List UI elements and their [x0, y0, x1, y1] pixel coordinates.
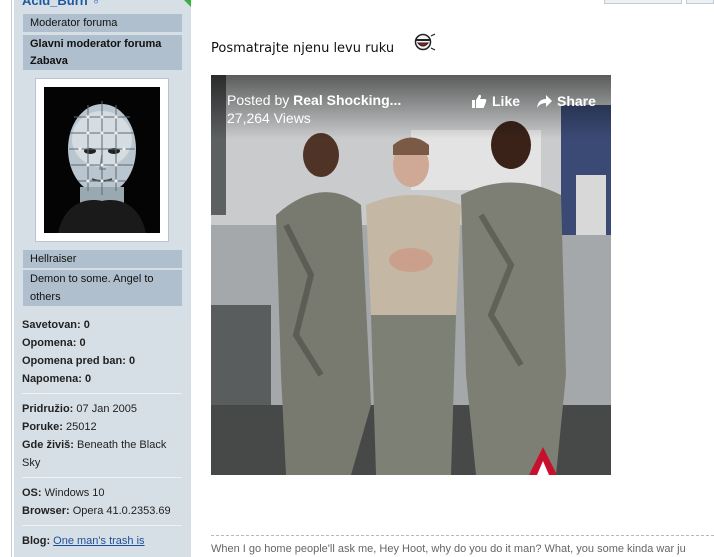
left-border: [11, 0, 12, 557]
online-status-flag: [184, 0, 191, 7]
user-subtitle: Demon to some. Angel to others: [23, 270, 182, 306]
rank-global-moderator: Glavni moderator foruma: [23, 35, 182, 53]
profile-posts: Poruke: 25012: [22, 421, 97, 433]
stat-opomena: Opomena: 0: [22, 337, 86, 349]
rank-section: Zabava: [23, 52, 182, 70]
profile-joined: Pridružio: 07 Jan 2005: [22, 403, 137, 415]
profile-browser: Browser: Opera 41.0.2353.69: [22, 505, 171, 517]
divider: [22, 525, 182, 526]
embedded-video[interactable]: Posted by Real Shocking... 27,264 Views …: [211, 75, 611, 475]
like-button[interactable]: Like: [472, 93, 520, 109]
avatar-image: [44, 87, 160, 233]
share-button[interactable]: Share: [537, 93, 596, 109]
forum-post-page: Acid_Burn ♂ Moderator foruma Glavni mode…: [0, 0, 714, 557]
profile-os: OS: Windows 10: [22, 487, 105, 499]
stat-savetovan: Savetovan: 0: [22, 319, 90, 331]
post-action-button[interactable]: [604, 0, 682, 4]
user-profile-sidebar: Acid_Burn ♂ Moderator foruma Glavni mode…: [14, 0, 191, 557]
username-link[interactable]: Acid_Burn: [22, 0, 88, 8]
post-text: Posmatrajte njenu levu ruku: [211, 41, 395, 56]
post-action-button-2[interactable]: [686, 0, 714, 4]
profile-blog: Blog: One man's trash is: [22, 535, 145, 547]
user-title: Hellraiser: [23, 250, 182, 268]
video-views: 27,264 Views: [227, 110, 311, 126]
blog-link[interactable]: One man's trash is: [53, 535, 144, 547]
rank-moderator: Moderator foruma: [23, 14, 182, 32]
divider: [22, 393, 182, 394]
video-posted-by[interactable]: Posted by Real Shocking...: [227, 92, 401, 108]
divider: [22, 477, 182, 478]
share-arrow-icon: [537, 94, 552, 108]
signature-divider: [211, 535, 714, 536]
profile-location: Gde živiš: Beneath the Black Sky: [22, 439, 167, 469]
thumbs-up-icon: [472, 94, 487, 108]
stat-opomena-ban: Opomena pred ban: 0: [22, 355, 136, 367]
avatar[interactable]: [35, 78, 169, 242]
signature-text: When I go home people'll ask me, Hey Hoo…: [211, 543, 686, 555]
laughing-smiley-icon: [414, 33, 436, 51]
stat-napomena: Napomena: 0: [22, 373, 92, 385]
male-symbol-icon: ♂: [92, 0, 102, 8]
